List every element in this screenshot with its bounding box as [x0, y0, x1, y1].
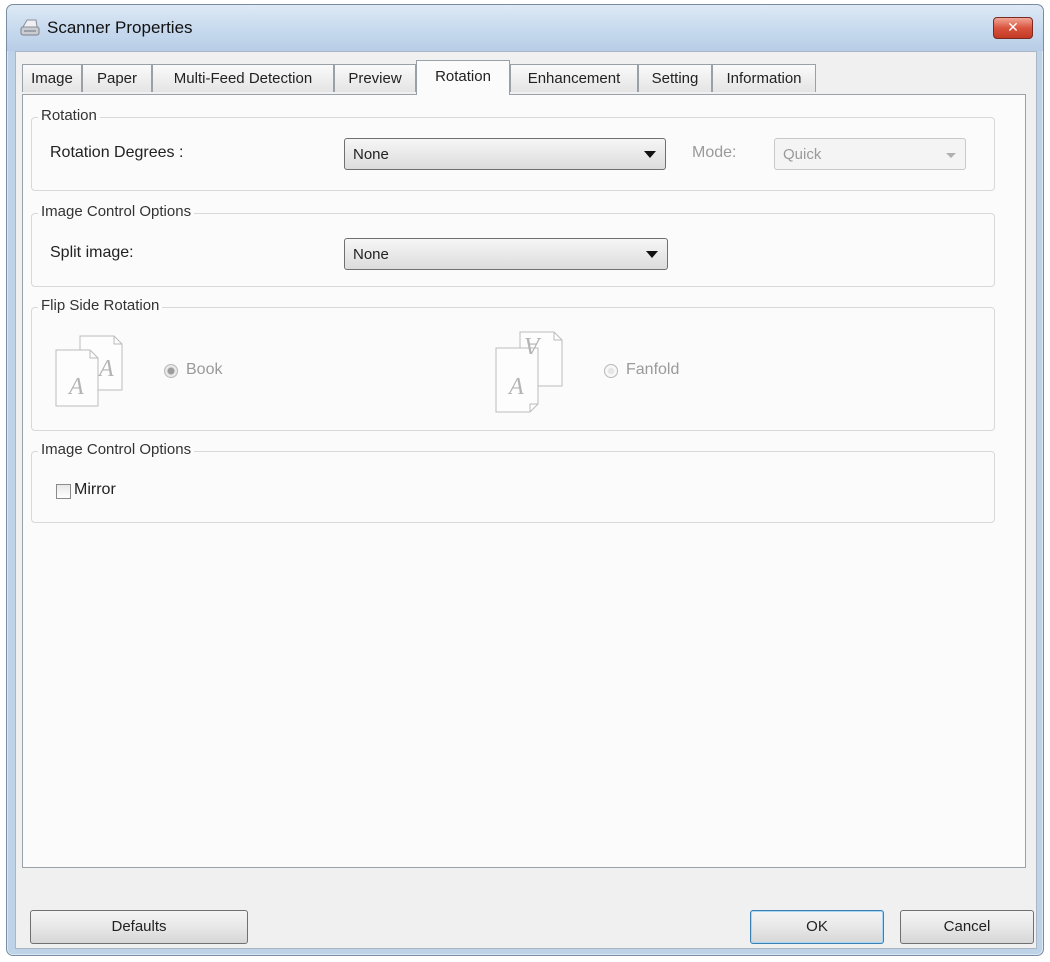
tab-rotation[interactable]: Rotation — [416, 60, 510, 95]
chevron-down-icon — [644, 151, 656, 158]
book-radio[interactable] — [164, 364, 178, 378]
scanner-icon — [20, 19, 40, 36]
fanfold-label: Fanfold — [626, 361, 680, 378]
rotation-degrees-dropdown[interactable]: None — [344, 138, 666, 170]
chevron-down-icon — [646, 251, 658, 258]
close-icon: ✕ — [1007, 19, 1019, 35]
image-control-options-group: Image Control Options Split image: None — [31, 203, 995, 287]
split-image-dropdown[interactable]: None — [344, 238, 668, 270]
tab-enhancement[interactable]: Enhancement — [510, 64, 638, 92]
defaults-button[interactable]: Defaults — [30, 910, 248, 944]
tab-image[interactable]: Image — [22, 64, 82, 92]
tab-preview[interactable]: Preview — [334, 64, 416, 92]
mode-label: Mode: — [692, 144, 737, 161]
mirror-group-title: Image Control Options — [38, 441, 195, 458]
flip-side-rotation-group: Flip Side Rotation A A Book A A Fanfold — [31, 297, 995, 431]
scanner-properties-window: Scanner Properties ✕ Image Paper Multi-F… — [6, 4, 1044, 956]
fanfold-pages-icon: A A — [495, 331, 563, 413]
fanfold-icon-letter-front: A — [507, 374, 524, 400]
split-image-value: None — [353, 246, 389, 263]
ok-button[interactable]: OK — [750, 910, 884, 944]
fanfold-icon-letter-back: A — [525, 332, 542, 358]
tab-multi-feed-detection[interactable]: Multi-Feed Detection — [152, 64, 334, 92]
mode-value: Quick — [783, 146, 822, 163]
rotation-degrees-value: None — [353, 146, 389, 163]
title-bar[interactable]: Scanner Properties ✕ — [7, 5, 1043, 51]
cancel-button[interactable]: Cancel — [900, 910, 1034, 944]
tab-paper[interactable]: Paper — [82, 64, 152, 92]
rotation-group-title: Rotation — [38, 107, 100, 124]
split-image-label: Split image: — [50, 244, 134, 261]
image-control-group-title: Image Control Options — [38, 203, 195, 220]
mirror-label: Mirror — [74, 481, 116, 498]
rotation-group: Rotation Rotation Degrees : None Mode: Q… — [31, 107, 995, 191]
rotation-tab-panel: Rotation Rotation Degrees : None Mode: Q… — [22, 94, 1026, 868]
mirror-checkbox[interactable] — [56, 484, 71, 499]
close-button[interactable]: ✕ — [993, 17, 1033, 39]
flip-side-group-title: Flip Side Rotation — [38, 297, 163, 314]
book-pages-icon: A A — [55, 335, 123, 407]
window-title: Scanner Properties — [47, 18, 193, 37]
book-icon-letter-front: A — [67, 374, 84, 400]
tab-setting[interactable]: Setting — [638, 64, 712, 92]
mirror-options-group: Image Control Options Mirror — [31, 441, 995, 523]
book-label: Book — [186, 361, 223, 378]
chevron-down-icon — [946, 153, 956, 158]
tab-information[interactable]: Information — [712, 64, 816, 92]
dialog-client-area: Image Paper Multi-Feed Detection Preview… — [15, 51, 1037, 949]
book-icon-letter-back: A — [97, 356, 114, 382]
rotation-degrees-label: Rotation Degrees : — [50, 144, 184, 161]
fanfold-radio[interactable] — [604, 364, 618, 378]
mode-dropdown: Quick — [774, 138, 966, 170]
